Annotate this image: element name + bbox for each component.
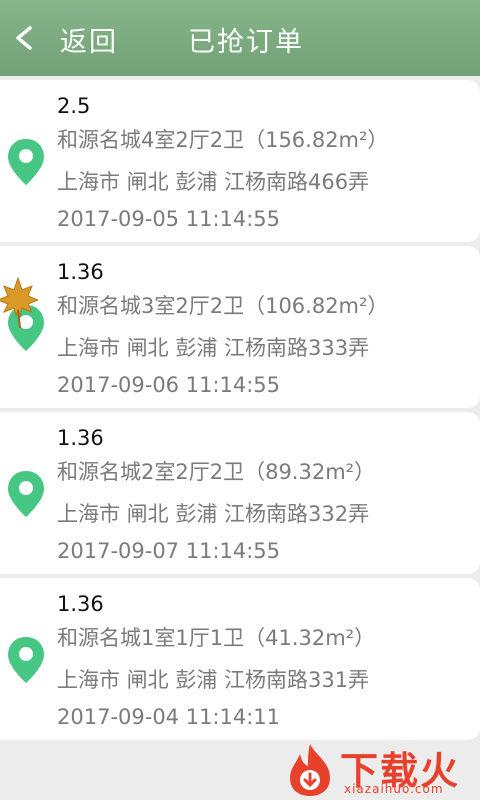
watermark-logo: 下载火 xiazaihuo.com xyxy=(280,736,480,800)
map-pin-icon xyxy=(8,637,44,683)
order-card[interactable]: 1.36 和源名城3室2厅2卫（106.82m²） 上海市 闸北 彭浦 江杨南路… xyxy=(0,246,480,408)
back-label: 返回 xyxy=(60,27,118,58)
order-address: 上海市 闸北 彭浦 江杨南路331弄 xyxy=(57,668,370,692)
order-property: 和源名城4室2厅2卫（156.82m²） xyxy=(57,128,389,152)
order-time: 2017-09-07 11:14:55 xyxy=(57,539,281,563)
flame-logo-icon xyxy=(290,744,330,796)
order-card[interactable]: 1.36 和源名城1室1厅1卫（41.32m²） 上海市 闸北 彭浦 江杨南路3… xyxy=(0,578,480,740)
map-pin-icon xyxy=(8,471,44,517)
order-property: 和源名城2室2厅2卫（89.32m²） xyxy=(57,460,376,484)
order-property: 和源名城1室1厅1卫（41.32m²） xyxy=(57,626,376,650)
app-header: 返回 已抢订单 xyxy=(0,0,480,76)
page-title: 已抢订单 xyxy=(188,27,304,58)
order-time: 2017-09-04 11:14:11 xyxy=(57,705,281,729)
watermark-url: xiazaihuo.com xyxy=(344,782,444,796)
order-address: 上海市 闸北 彭浦 江杨南路333弄 xyxy=(57,336,370,360)
order-address: 上海市 闸北 彭浦 江杨南路332弄 xyxy=(57,502,370,526)
order-time: 2017-09-05 11:14:55 xyxy=(57,207,281,231)
order-price: 1.36 xyxy=(57,260,104,284)
order-price: 1.36 xyxy=(57,426,104,450)
order-property: 和源名城3室2厅2卫（106.82m²） xyxy=(57,294,389,318)
map-pin-icon xyxy=(8,139,44,185)
maple-leaf-icon xyxy=(0,276,38,328)
order-card[interactable]: 1.36 和源名城2室2厅2卫（89.32m²） 上海市 闸北 彭浦 江杨南路3… xyxy=(0,412,480,574)
order-time: 2017-09-06 11:14:55 xyxy=(57,373,281,397)
back-button[interactable]: 返回 xyxy=(0,0,140,76)
order-price: 1.36 xyxy=(57,592,104,616)
order-price: 2.5 xyxy=(57,94,91,118)
chevron-left-icon xyxy=(16,26,32,50)
order-address: 上海市 闸北 彭浦 江杨南路466弄 xyxy=(57,170,370,194)
order-card[interactable]: 2.5 和源名城4室2厅2卫（156.82m²） 上海市 闸北 彭浦 江杨南路4… xyxy=(0,80,480,242)
